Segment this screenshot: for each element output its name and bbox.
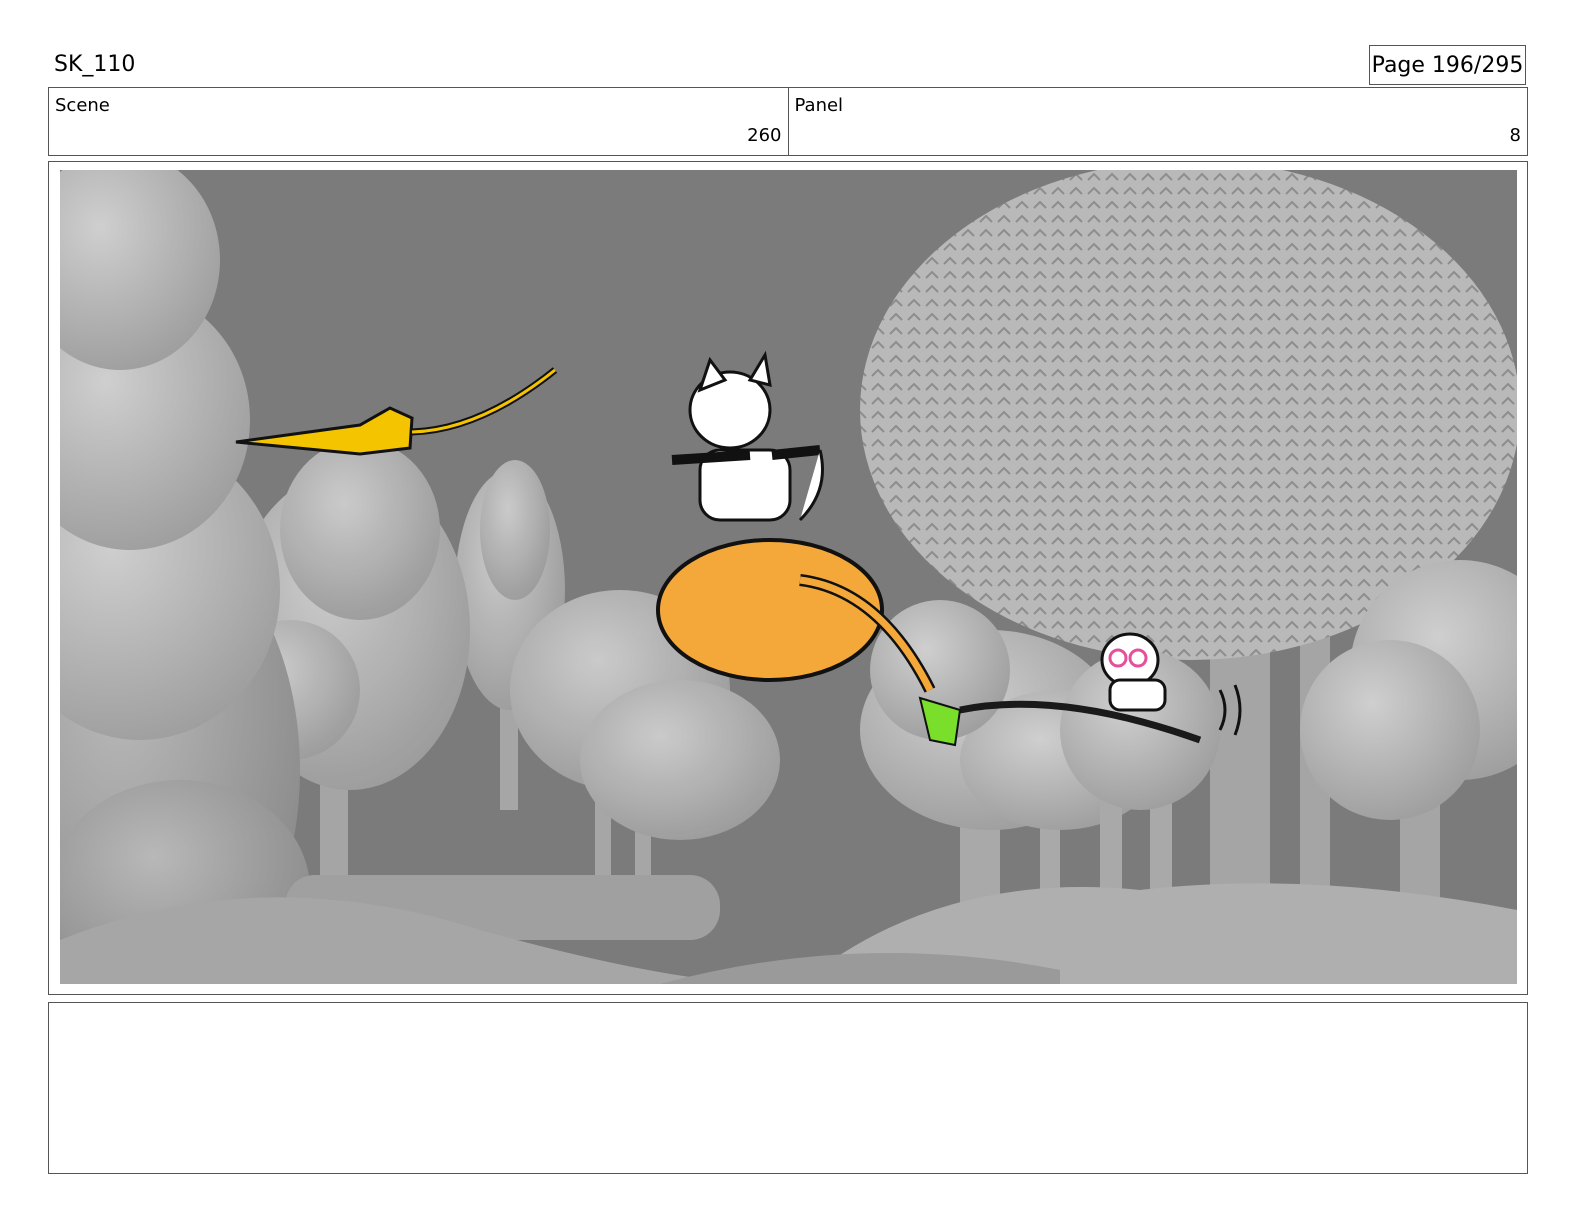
scene-value: 260 xyxy=(747,125,782,146)
document-title: SK_110 xyxy=(54,52,136,77)
scene-label: Scene xyxy=(55,95,110,116)
panel-label: Panel xyxy=(794,95,844,116)
scene-cell: Scene 260 xyxy=(49,88,788,155)
notes-box xyxy=(48,1002,1528,1174)
panel-cell: Panel 8 xyxy=(787,88,1528,155)
panel-value: 8 xyxy=(1509,125,1521,146)
scene-panel-row: Scene 260 Panel 8 xyxy=(48,87,1528,156)
storyboard-image xyxy=(60,170,1517,984)
storyboard-frame xyxy=(48,161,1528,995)
page-number: Page 196/295 xyxy=(1369,45,1526,85)
